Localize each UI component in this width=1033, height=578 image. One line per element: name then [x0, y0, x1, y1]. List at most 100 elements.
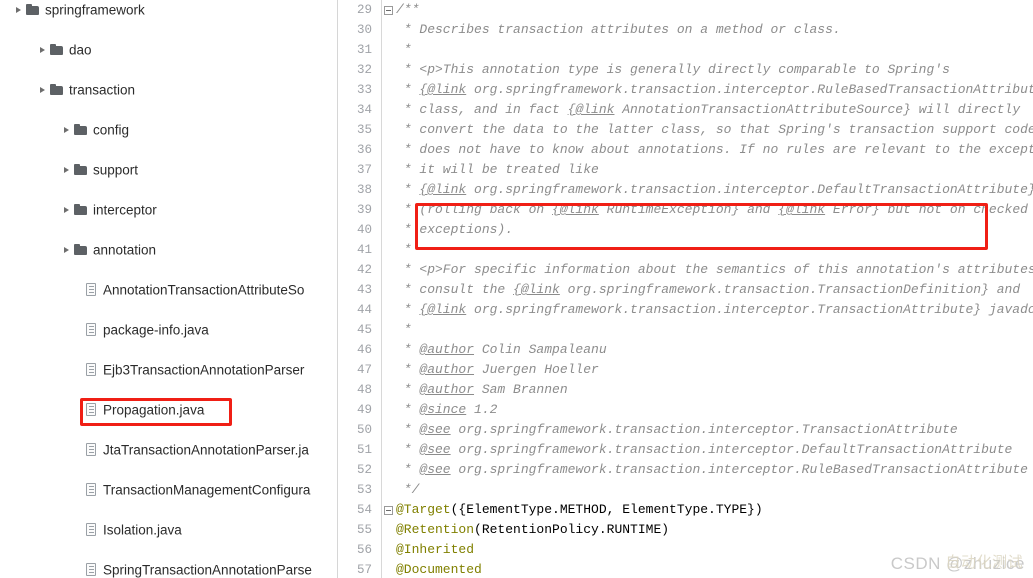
- code-line[interactable]: * exceptions).: [382, 220, 513, 240]
- tree-folder-row[interactable]: support: [0, 160, 338, 180]
- code-line[interactable]: * {@link org.springframework.transaction…: [382, 180, 1033, 200]
- code-line[interactable]: @Target({ElementType.METHOD, ElementType…: [382, 500, 763, 520]
- code-line[interactable]: * <p>For specific information about the …: [382, 260, 1033, 280]
- tree-file-row[interactable]: Isolation.java: [0, 520, 338, 540]
- code-token: org.springframework.transaction.intercep…: [450, 422, 958, 437]
- code-line[interactable]: * @see org.springframework.transaction.i…: [382, 460, 1028, 480]
- code-line[interactable]: *: [382, 320, 412, 340]
- tree-file-row[interactable]: package-info.java: [0, 320, 338, 340]
- tree-folder-row[interactable]: springframework: [0, 0, 338, 20]
- code-token: @author: [419, 362, 475, 377]
- chevron-right-icon[interactable]: [62, 246, 71, 255]
- code-editor[interactable]: 29 30 31 32 33 34 35 36 37 38 39 40 41 42 43 44 45 46 47 48…: [338, 0, 1033, 578]
- code-fold-toggle[interactable]: [384, 6, 393, 15]
- code-token: {@link: [419, 182, 467, 197]
- code-line-text: * {@link org.springframework.transaction…: [396, 302, 1033, 317]
- code-line-text: * @see org.springframework.transaction.i…: [396, 422, 958, 437]
- chevron-right-icon[interactable]: [14, 6, 23, 15]
- tree-item-label: Ejb3TransactionAnnotationParser: [103, 362, 305, 378]
- watermark-overlay-text: 自动化测试: [945, 554, 1023, 571]
- code-token: * class, and in fact: [396, 102, 568, 117]
- code-line-text: @Inherited: [396, 542, 474, 557]
- code-line[interactable]: * @author Juergen Hoeller: [382, 360, 599, 380]
- code-line-text: @Target({ElementType.METHOD, ElementType…: [396, 502, 763, 517]
- csdn-watermark: CSDN @zhuzice 自动化测试: [891, 554, 1025, 574]
- code-line[interactable]: * @author Colin Sampaleanu: [382, 340, 607, 360]
- chevron-right-icon[interactable]: [38, 46, 47, 55]
- code-fold-toggle[interactable]: [384, 506, 393, 515]
- code-token: * convert the data to the latter class, …: [396, 122, 1033, 137]
- code-line[interactable]: * {@link org.springframework.transaction…: [382, 80, 1033, 100]
- folder-icon: [74, 163, 88, 176]
- tree-folder-row[interactable]: dao: [0, 40, 338, 60]
- tree-folder-row[interactable]: config: [0, 120, 338, 140]
- code-line[interactable]: *: [382, 40, 412, 60]
- tree-item-label: annotation: [93, 242, 157, 258]
- line-number: 42: [356, 263, 372, 277]
- code-token: *: [396, 442, 420, 457]
- folder-icon: [50, 43, 64, 56]
- code-token: @since: [419, 402, 467, 417]
- code-line-text: @Retention(RetentionPolicy.RUNTIME): [396, 522, 669, 537]
- code-line-text: * @see org.springframework.transaction.i…: [396, 462, 1028, 477]
- line-number: 45: [356, 323, 372, 337]
- code-line[interactable]: * @see org.springframework.transaction.i…: [382, 440, 1013, 460]
- code-line[interactable]: * convert the data to the latter class, …: [382, 120, 1033, 140]
- line-number: 29: [356, 3, 372, 17]
- tree-file-row[interactable]: JtaTransactionAnnotationParser.ja: [0, 440, 338, 460]
- tree-file-row[interactable]: TransactionManagementConfigura: [0, 480, 338, 500]
- chevron-right-icon[interactable]: [62, 126, 71, 135]
- code-line[interactable]: * Describes transaction attributes on a …: [382, 20, 841, 40]
- code-line[interactable]: * (rolling back on {@link RuntimeExcepti…: [382, 200, 1028, 220]
- code-line[interactable]: @Retention(RetentionPolicy.RUNTIME): [382, 520, 669, 540]
- line-number: 52: [356, 463, 372, 477]
- tree-file-row[interactable]: Ejb3TransactionAnnotationParser: [0, 360, 338, 380]
- line-number: 41: [356, 243, 372, 257]
- code-line[interactable]: */: [382, 480, 420, 500]
- code-line[interactable]: * does not have to know about annotation…: [382, 140, 1033, 160]
- chevron-right-icon[interactable]: [62, 166, 71, 175]
- tree-file-row[interactable]: AnnotationTransactionAttributeSo: [0, 280, 338, 300]
- code-token: *: [396, 342, 420, 357]
- tree-item-label: dao: [69, 42, 92, 58]
- java-file-icon: [86, 363, 98, 377]
- code-line[interactable]: * @since 1.2: [382, 400, 498, 420]
- tree-folder-row[interactable]: interceptor: [0, 200, 338, 220]
- tree-item-label: AnnotationTransactionAttributeSo: [103, 282, 305, 298]
- code-line[interactable]: * @see org.springframework.transaction.i…: [382, 420, 958, 440]
- code-text-area[interactable]: /** * Describes transaction attributes o…: [382, 0, 1033, 578]
- project-tree-list[interactable]: springframework dao transaction config suppo…: [0, 0, 338, 578]
- code-line-text: * @author Juergen Hoeller: [396, 362, 599, 377]
- code-line[interactable]: * consult the {@link org.springframework…: [382, 280, 1020, 300]
- code-line[interactable]: * class, and in fact {@link AnnotationTr…: [382, 100, 1020, 120]
- code-line[interactable]: * it will be treated like: [382, 160, 599, 180]
- tree-file-row[interactable]: Propagation.java: [0, 400, 338, 420]
- code-line[interactable]: * @author Sam Brannen: [382, 380, 568, 400]
- code-token: */: [396, 482, 420, 497]
- line-number: 54: [356, 503, 372, 517]
- editor-gutter[interactable]: 29 30 31 32 33 34 35 36 37 38 39 40 41 42 43 44 45 46 47 48…: [338, 0, 382, 578]
- java-file-icon: [86, 403, 98, 417]
- tree-file-row[interactable]: SpringTransactionAnnotationParse: [0, 560, 338, 578]
- project-tree-panel[interactable]: springframework dao transaction config suppo…: [0, 0, 338, 578]
- line-number: 49: [356, 403, 372, 417]
- code-token: @Documented: [396, 562, 482, 577]
- chevron-right-icon[interactable]: [62, 206, 71, 215]
- tree-folder-row[interactable]: transaction: [0, 80, 338, 100]
- code-token: * it will be treated like: [396, 162, 599, 177]
- code-line[interactable]: * <p>This annotation type is generally d…: [382, 60, 950, 80]
- line-number: 36: [356, 143, 372, 157]
- line-number: 30: [356, 23, 372, 37]
- code-line[interactable]: *: [382, 240, 412, 260]
- code-token: * <p>This annotation type is generally d…: [396, 62, 950, 77]
- code-line[interactable]: @Inherited: [382, 540, 474, 560]
- code-line[interactable]: * {@link org.springframework.transaction…: [382, 300, 1033, 320]
- code-line-text: * {@link org.springframework.transaction…: [396, 182, 1033, 197]
- line-number: 53: [356, 483, 372, 497]
- code-token: @author: [419, 342, 475, 357]
- code-line-text: * consult the {@link org.springframework…: [396, 282, 1020, 297]
- tree-folder-row[interactable]: annotation: [0, 240, 338, 260]
- code-line[interactable]: @Documented: [382, 560, 482, 578]
- chevron-right-icon[interactable]: [38, 86, 47, 95]
- code-line-text: * does not have to know about annotation…: [396, 142, 1033, 157]
